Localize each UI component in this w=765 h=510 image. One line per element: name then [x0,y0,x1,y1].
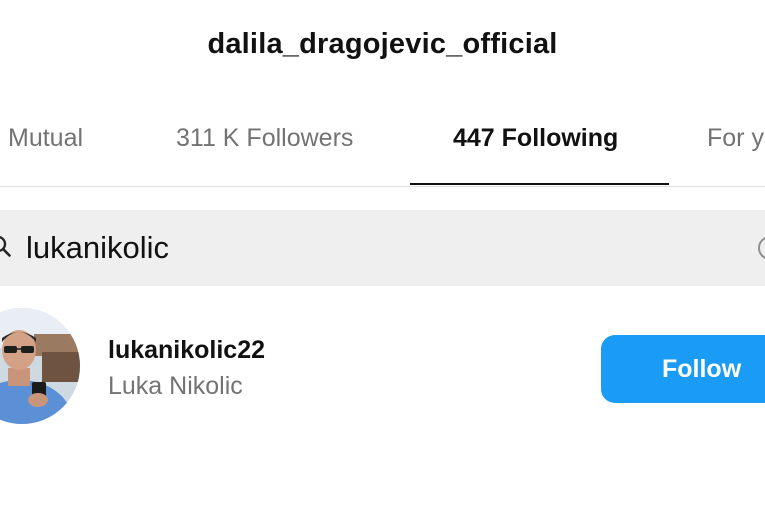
tab-for-you[interactable]: For y [707,124,764,153]
search-bar[interactable] [0,210,765,286]
result-full-name: Luka Nikolic [108,372,243,400]
tab-following[interactable]: 447 Following [453,124,618,153]
clear-icon[interactable] [757,235,765,261]
result-username[interactable]: lukanikolic22 [108,336,265,365]
tab-mutual[interactable]: Mutual [8,124,83,153]
active-tab-indicator [410,183,669,185]
tab-followers[interactable]: 311 K Followers [176,124,353,153]
tab-bar: Mutual 311 K Followers 447 Following For… [0,108,765,187]
search-icon [0,234,12,258]
follow-button[interactable]: Follow [601,335,765,403]
avatar[interactable] [0,308,80,424]
page-title: dalila_dragojevic_official [207,28,558,60]
search-input[interactable] [26,228,726,268]
list-item[interactable]: lukanikolic22 Luka Nikolic Follow [0,302,765,432]
follow-button-label: Follow [662,355,742,383]
